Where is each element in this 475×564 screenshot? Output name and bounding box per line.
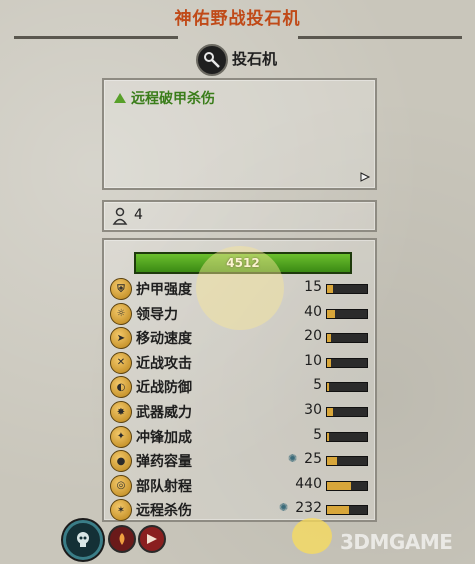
stats-panel: 4512 ⛨ 护甲强度 15 ☼ 领导力 40 ➤ 移动速度 20 ✕ 近战攻击 10 ◐ 近战防御 5 ✸ 武… bbox=[102, 238, 377, 522]
catapult-icon bbox=[196, 44, 228, 76]
header-divider-right bbox=[298, 36, 462, 39]
stat-value: 40 bbox=[304, 303, 322, 320]
stat-bar-fill bbox=[327, 432, 329, 441]
stat-label: 部队射程 bbox=[136, 478, 192, 495]
stat-bar bbox=[326, 456, 368, 467]
stat-row[interactable]: ➤ 移动速度 20 bbox=[110, 327, 372, 350]
stat-bar bbox=[326, 308, 368, 319]
stat-bar bbox=[326, 382, 368, 393]
stat-value: 20 bbox=[304, 328, 322, 345]
stat-label: 弹药容量 bbox=[136, 454, 192, 471]
stat-row[interactable]: ◎ 部队射程 440 bbox=[110, 474, 372, 497]
stat-value: 5 bbox=[313, 377, 322, 394]
stat-value: 5 bbox=[313, 426, 322, 443]
stat-row[interactable]: ◐ 近战防御 5 bbox=[110, 376, 372, 399]
speed-icon: ➤ bbox=[110, 327, 132, 350]
stat-bar-fill bbox=[327, 285, 333, 293]
damage-type-icon: ✺ bbox=[279, 501, 289, 515]
stat-label: 冲锋加成 bbox=[136, 429, 192, 446]
watermark: 3DMGAME bbox=[340, 530, 453, 554]
header-divider-left bbox=[14, 36, 178, 39]
charge-attack-icon[interactable] bbox=[138, 525, 166, 553]
expand-arrow-icon[interactable] bbox=[359, 171, 371, 186]
stat-row[interactable]: ✕ 近战攻击 10 bbox=[110, 351, 372, 374]
stat-value: 25 bbox=[304, 451, 322, 468]
stat-value: 440 bbox=[295, 475, 322, 492]
stat-bar-fill bbox=[327, 309, 335, 318]
stat-label: 移动速度 bbox=[136, 331, 192, 348]
stat-bar-fill bbox=[327, 408, 333, 416]
stat-bar-fill bbox=[327, 457, 337, 466]
stat-label: 远程杀伤 bbox=[136, 503, 192, 520]
unit-title: 神佑野战投石机 bbox=[174, 9, 301, 29]
fire-attack-icon[interactable] bbox=[108, 525, 136, 553]
faction-skull-icon[interactable] bbox=[63, 520, 103, 560]
stat-bar-fill bbox=[327, 481, 351, 490]
stat-label: 护甲强度 bbox=[136, 282, 192, 298]
watermark-chick-icon bbox=[292, 518, 332, 554]
stat-value: 15 bbox=[304, 279, 322, 295]
stat-bar-fill bbox=[327, 358, 331, 367]
stat-value: 10 bbox=[304, 352, 322, 369]
stat-label: 领导力 bbox=[136, 306, 178, 323]
health-bar: 4512 bbox=[134, 252, 352, 274]
green-triangle-icon bbox=[114, 93, 126, 103]
stat-bar bbox=[326, 431, 368, 442]
stat-bar-fill bbox=[327, 383, 329, 392]
stat-label: 武器威力 bbox=[136, 405, 192, 421]
stat-bar bbox=[326, 333, 368, 344]
ability-panel: 远程破甲杀伤 bbox=[102, 78, 377, 190]
unit-count-value: 4 bbox=[134, 207, 143, 223]
range-icon: ◎ bbox=[110, 474, 132, 497]
stat-bar bbox=[326, 284, 368, 294]
soldier-icon bbox=[112, 207, 128, 229]
armor-icon: ⛨ bbox=[110, 278, 132, 300]
stat-row[interactable]: ✸ 武器威力 30 bbox=[110, 401, 372, 423]
unit-type-label: 投石机 bbox=[232, 50, 278, 68]
stat-bar bbox=[326, 505, 368, 516]
stat-label: 近战攻击 bbox=[136, 355, 192, 372]
stat-row[interactable]: ⛨ 护甲强度 15 bbox=[110, 278, 372, 300]
stat-bar bbox=[326, 357, 368, 368]
stat-row[interactable]: ✦ 冲锋加成 5 bbox=[110, 425, 372, 448]
weapon-strength-icon: ✸ bbox=[110, 401, 132, 423]
unit-count-panel: 4 bbox=[102, 200, 377, 232]
stat-bar-fill bbox=[327, 506, 349, 515]
stat-label: 近战防御 bbox=[136, 380, 192, 397]
stat-bar-fill bbox=[327, 334, 331, 343]
stat-bar bbox=[326, 480, 368, 491]
stat-row[interactable]: ☼ 领导力 40 bbox=[110, 302, 372, 325]
stat-value: 30 bbox=[304, 402, 322, 418]
melee-attack-icon: ✕ bbox=[110, 351, 132, 374]
ammunition-icon: ● bbox=[110, 450, 132, 473]
health-value: 4512 bbox=[226, 256, 260, 270]
stat-bar bbox=[326, 407, 368, 417]
missile-damage-icon: ✶ bbox=[110, 499, 132, 522]
ability-item[interactable]: 远程破甲杀伤 bbox=[114, 88, 215, 108]
stat-row[interactable]: ● 弹药容量 ✺ 25 bbox=[110, 450, 372, 473]
stat-value: 232 bbox=[295, 500, 322, 517]
charge-bonus-icon: ✦ bbox=[110, 425, 132, 448]
ability-label: 远程破甲杀伤 bbox=[131, 91, 215, 107]
ammo-type-icon: ✺ bbox=[288, 452, 298, 466]
leadership-icon: ☼ bbox=[110, 302, 132, 325]
melee-defence-icon: ◐ bbox=[110, 376, 132, 399]
stat-row[interactable]: ✶ 远程杀伤 ✺ 232 bbox=[110, 499, 372, 522]
